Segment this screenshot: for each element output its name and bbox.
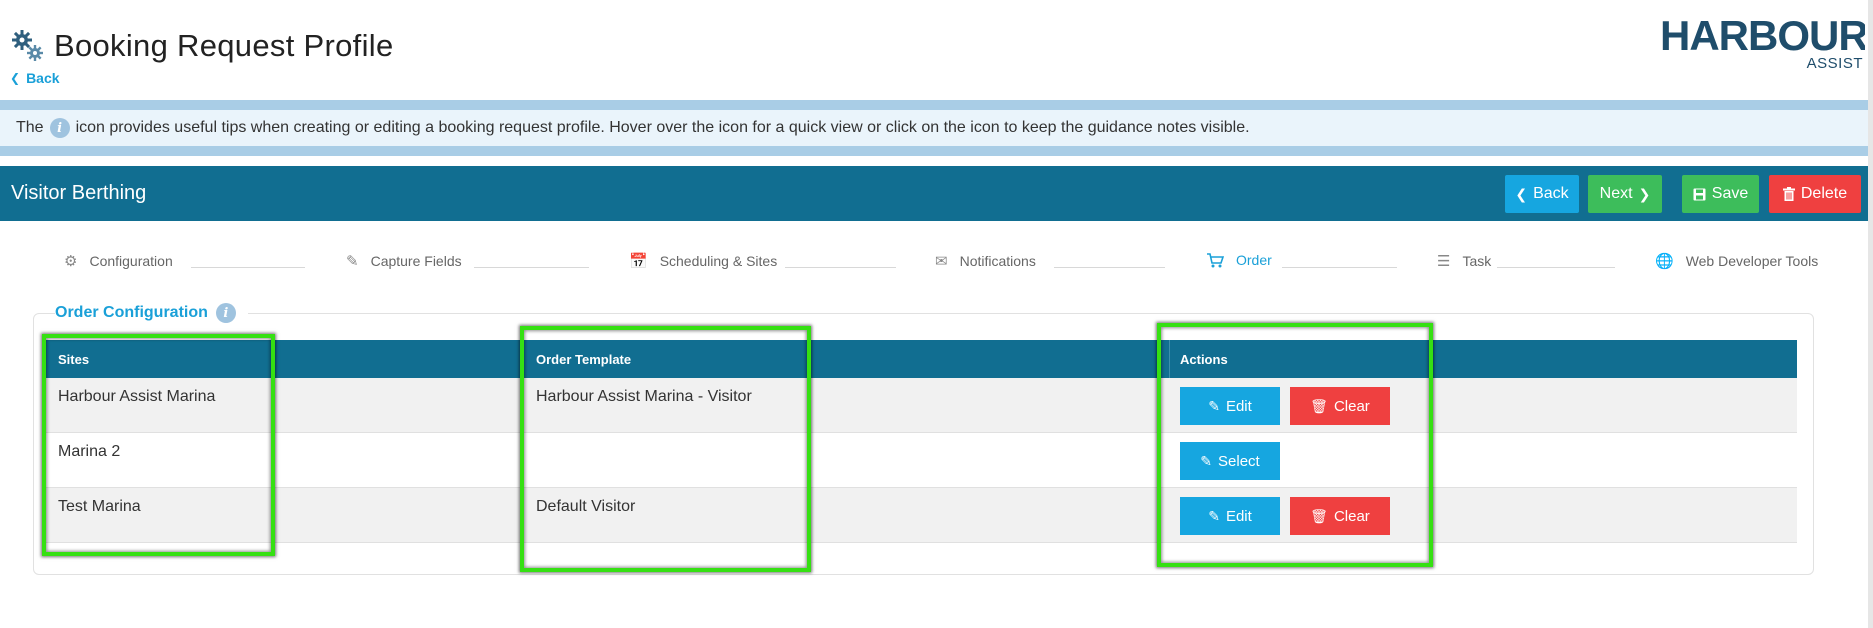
- trash-icon: [1782, 187, 1795, 201]
- step-label: Task: [1462, 253, 1492, 269]
- page-title: Booking Request Profile: [54, 28, 394, 63]
- chevron-left-icon: ❮: [10, 71, 21, 85]
- step-connector: [191, 267, 305, 268]
- panel-title-label: Order Configuration: [55, 304, 208, 321]
- logo-brand: HARBOUR: [1660, 12, 1865, 59]
- step-order[interactable]: Order: [1207, 252, 1272, 268]
- order-configuration-title: Order Configuration i: [55, 303, 248, 323]
- cart-icon: [1207, 252, 1224, 267]
- highlight-box-actions: [1157, 323, 1433, 567]
- order-configuration-table: Sites Order Template Actions Harbour Ass…: [46, 340, 1797, 543]
- table-header: Sites Order Template Actions: [46, 340, 1797, 378]
- back-button-label: Back: [1533, 185, 1569, 202]
- back-button[interactable]: ❮ Back: [1505, 175, 1579, 213]
- section-title: Visitor Berthing: [11, 182, 147, 204]
- step-connector: [1282, 267, 1397, 268]
- next-button-label: Next: [1599, 185, 1633, 202]
- page-header: Booking Request Profile ❮ Back HARBOUR A…: [0, 0, 1873, 100]
- tip-stripe: [0, 100, 1873, 110]
- calendar-icon: 📅: [629, 253, 648, 270]
- table-row: Marina 2 ✎ Select: [46, 433, 1797, 488]
- step-configuration[interactable]: ⚙ Configuration: [64, 252, 173, 270]
- back-link-label: Back: [26, 70, 60, 86]
- table-row: Test Marina Default Visitor ✎ Edit 🗑 Cle…: [46, 488, 1797, 543]
- step-notifications[interactable]: ✉ Notifications: [935, 252, 1036, 270]
- step-label: Configuration: [89, 253, 173, 269]
- envelope-icon: ✉: [935, 253, 948, 270]
- save-button[interactable]: Save: [1682, 175, 1759, 213]
- highlight-box-sites: [42, 334, 275, 556]
- checklist-icon: ☰: [1437, 253, 1451, 270]
- gears-icon: [12, 30, 43, 61]
- highlight-box-order-template: [520, 326, 811, 572]
- chevron-right-icon: ❯: [1638, 185, 1651, 202]
- tip-text: icon provides useful tips when creating …: [75, 119, 1250, 136]
- wizard-steps: ⚙ Configuration ✎ Capture Fields 📅 Sched…: [0, 252, 1873, 282]
- tip-prefix: The: [16, 119, 44, 136]
- scrollbar[interactable]: [1868, 0, 1873, 628]
- step-label: Scheduling & Sites: [659, 253, 778, 269]
- edit-form-icon: ✎: [346, 253, 359, 270]
- save-button-label: Save: [1711, 185, 1749, 202]
- floppy-disk-icon: [1693, 188, 1706, 200]
- step-connector: [1054, 267, 1165, 268]
- info-icon[interactable]: i: [215, 303, 236, 323]
- step-scheduling-sites[interactable]: 📅 Scheduling & Sites: [629, 252, 777, 270]
- step-connector: [1497, 267, 1615, 268]
- logo-sub: ASSIST: [1807, 55, 1863, 72]
- harbour-assist-logo: HARBOUR ASSIST: [1660, 12, 1865, 72]
- delete-button-label: Delete: [1800, 185, 1848, 202]
- delete-button[interactable]: Delete: [1769, 175, 1861, 213]
- step-connector: [474, 267, 589, 268]
- gears-icon: ⚙: [64, 253, 78, 270]
- step-web-developer-tools[interactable]: 🌐 Web Developer Tools: [1655, 252, 1818, 270]
- info-icon[interactable]: i: [49, 118, 70, 138]
- tip-bar: The i icon provides useful tips when cre…: [0, 110, 1873, 156]
- step-label: Web Developer Tools: [1685, 253, 1819, 269]
- step-capture-fields[interactable]: ✎ Capture Fields: [346, 252, 462, 270]
- table-row: Harbour Assist Marina Harbour Assist Mar…: [46, 378, 1797, 433]
- back-link[interactable]: ❮ Back: [10, 70, 60, 86]
- step-label: Notifications: [959, 253, 1036, 269]
- step-label: Order: [1236, 252, 1272, 268]
- next-button[interactable]: Next ❯: [1588, 175, 1662, 213]
- chevron-left-icon: ❮: [1515, 185, 1528, 202]
- title-wrap: Booking Request Profile: [10, 28, 393, 64]
- step-label: Capture Fields: [370, 253, 462, 269]
- step-task[interactable]: ☰ Task: [1437, 252, 1491, 270]
- step-connector: [785, 267, 896, 268]
- globe-icon: 🌐: [1655, 253, 1674, 270]
